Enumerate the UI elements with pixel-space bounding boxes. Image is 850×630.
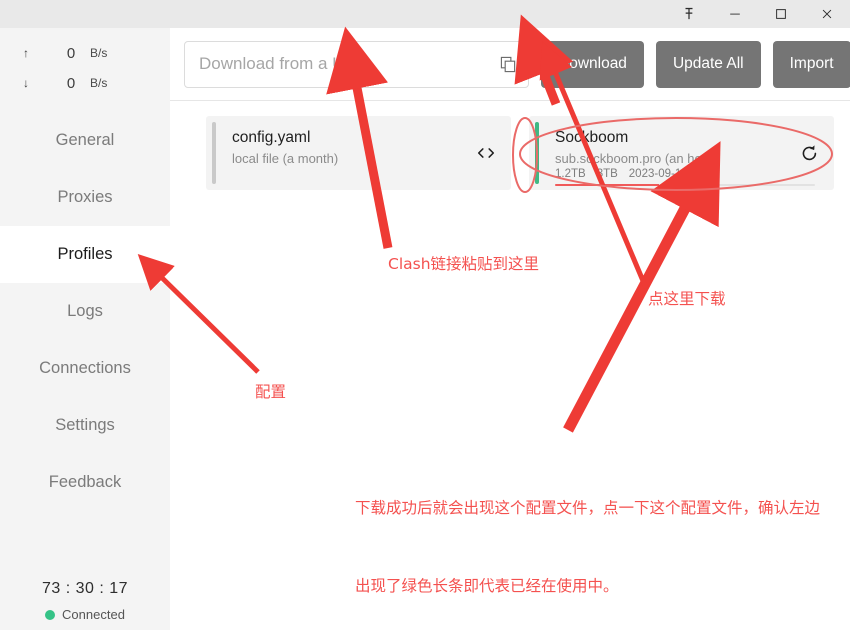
sidebar-item-label: Feedback — [49, 473, 121, 492]
sidebar-item-label: Proxies — [57, 188, 112, 207]
sidebar-item-profiles[interactable]: Profiles — [0, 226, 170, 283]
upload-speed-unit: B/s — [90, 46, 107, 60]
profile-card-body: config.yaml local file (a month) — [216, 116, 511, 190]
sidebar-item-logs[interactable]: Logs — [0, 283, 170, 340]
sidebar-item-label: Profiles — [57, 245, 112, 264]
profile-title: Sockboom — [555, 128, 834, 147]
sidebar-item-settings[interactable]: Settings — [0, 397, 170, 454]
profile-traffic-progress-fill — [555, 184, 659, 187]
profile-meta: 1.2TB 3TB 2023-09-14 — [555, 168, 834, 180]
download-button[interactable]: Download — [541, 41, 644, 88]
sidebar-item-connections[interactable]: Connections — [0, 340, 170, 397]
upload-arrow-icon: ↑ — [0, 46, 52, 60]
upload-speed-value: 0 — [52, 45, 90, 62]
main-panel: Download Update All Import config.yaml l… — [170, 28, 850, 630]
download-arrow-icon: ↓ — [0, 76, 52, 90]
speed-indicators: ↑ 0 B/s ↓ 0 B/s — [0, 28, 170, 110]
sidebar-item-general[interactable]: General — [0, 112, 170, 169]
pin-icon[interactable] — [666, 0, 712, 28]
sidebar-item-label: Logs — [67, 302, 103, 321]
profile-card[interactable]: Sockboom sub.sockboom.pro (an hour) 1.2T… — [529, 116, 834, 190]
profile-card-list: config.yaml local file (a month) Sockboo… — [170, 101, 850, 190]
minimize-button[interactable] — [712, 0, 758, 28]
refresh-icon[interactable] — [798, 142, 820, 164]
profile-card-body: Sockboom sub.sockboom.pro (an hour) 1.2T… — [539, 116, 834, 190]
profile-subtitle: local file (a month) — [232, 151, 511, 166]
url-input[interactable] — [184, 41, 529, 88]
profile-card[interactable]: config.yaml local file (a month) — [206, 116, 511, 190]
import-button[interactable]: Import — [773, 41, 850, 88]
download-speed-row: ↓ 0 B/s — [0, 68, 170, 98]
connection-status: Connected — [0, 607, 170, 622]
profile-subtitle: sub.sockboom.pro (an hour) — [555, 151, 834, 166]
sidebar-item-label: Connections — [39, 359, 131, 378]
profile-expire-date: 2023-09-14 — [629, 168, 688, 180]
profiles-toolbar: Download Update All Import — [170, 28, 850, 101]
sidebar: ↑ 0 B/s ↓ 0 B/s General Proxies Profiles… — [0, 28, 170, 630]
sidebar-footer: 73 : 30 : 17 Connected — [0, 580, 170, 622]
maximize-button[interactable] — [758, 0, 804, 28]
title-bar — [0, 0, 850, 28]
download-speed-value: 0 — [52, 75, 90, 92]
profile-traffic-total: 3TB — [597, 168, 618, 180]
status-label: Connected — [62, 607, 125, 622]
url-field-wrapper — [184, 41, 529, 88]
download-speed-unit: B/s — [90, 76, 107, 90]
status-dot-icon — [45, 610, 55, 620]
close-button[interactable] — [804, 0, 850, 28]
sidebar-nav: General Proxies Profiles Logs Connection… — [0, 112, 170, 511]
sidebar-item-proxies[interactable]: Proxies — [0, 169, 170, 226]
app-window: ↑ 0 B/s ↓ 0 B/s General Proxies Profiles… — [0, 0, 850, 630]
code-brackets-icon[interactable] — [475, 142, 497, 164]
update-all-button[interactable]: Update All — [656, 41, 761, 88]
paste-icon[interactable] — [497, 54, 519, 76]
sidebar-item-label: Settings — [55, 416, 115, 435]
uptime-timer: 73 : 30 : 17 — [0, 580, 170, 598]
upload-speed-row: ↑ 0 B/s — [0, 38, 170, 68]
sidebar-item-label: General — [56, 131, 115, 150]
profile-traffic-used: 1.2TB — [555, 168, 586, 180]
profile-title: config.yaml — [232, 128, 511, 147]
profile-traffic-progress — [555, 184, 815, 187]
sidebar-item-feedback[interactable]: Feedback — [0, 454, 170, 511]
